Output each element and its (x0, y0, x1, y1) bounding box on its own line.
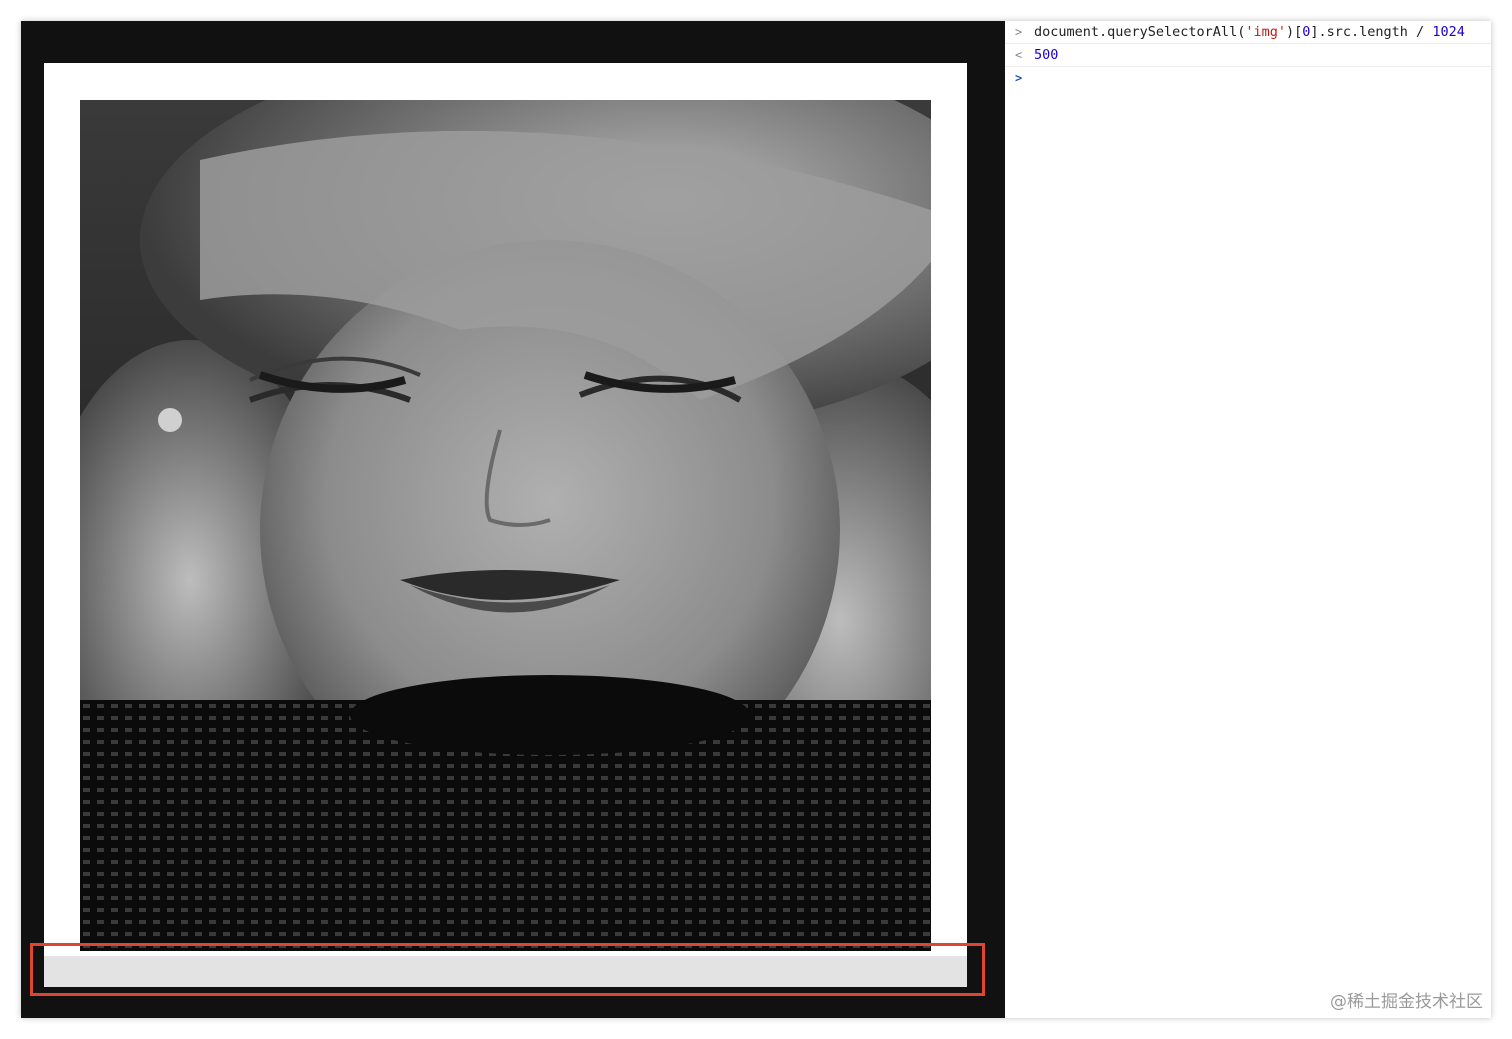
console-prompt-line[interactable]: > (1005, 67, 1491, 89)
console-output-line: < 500 (1005, 44, 1491, 67)
code-prefix: document.querySelectorAll( (1034, 24, 1246, 40)
highlight-annotation-box (30, 943, 985, 996)
image-container (44, 63, 967, 987)
portrait-photo (80, 100, 931, 951)
code-string: 'img' (1245, 24, 1286, 40)
watermark: @稀土掘金技术社区 (1330, 992, 1483, 1012)
devtools-console[interactable]: > document.querySelectorAll('img')[0].sr… (1005, 21, 1491, 1018)
chevron-right-icon: > (1015, 71, 1023, 85)
browser-window: > document.querySelectorAll('img')[0].sr… (21, 21, 1491, 1018)
code-suffix: ].src.length (1310, 24, 1417, 40)
code-divisor: 1024 (1432, 24, 1465, 40)
chevron-right-icon: > (1015, 25, 1023, 39)
code-middle: )[ (1285, 24, 1303, 40)
page-viewport (21, 21, 1005, 1018)
code-operator: / (1416, 24, 1425, 40)
output-value: 500 (1034, 47, 1059, 63)
console-input-line: > document.querySelectorAll('img')[0].sr… (1005, 21, 1491, 44)
chevron-left-icon: < (1015, 48, 1023, 62)
